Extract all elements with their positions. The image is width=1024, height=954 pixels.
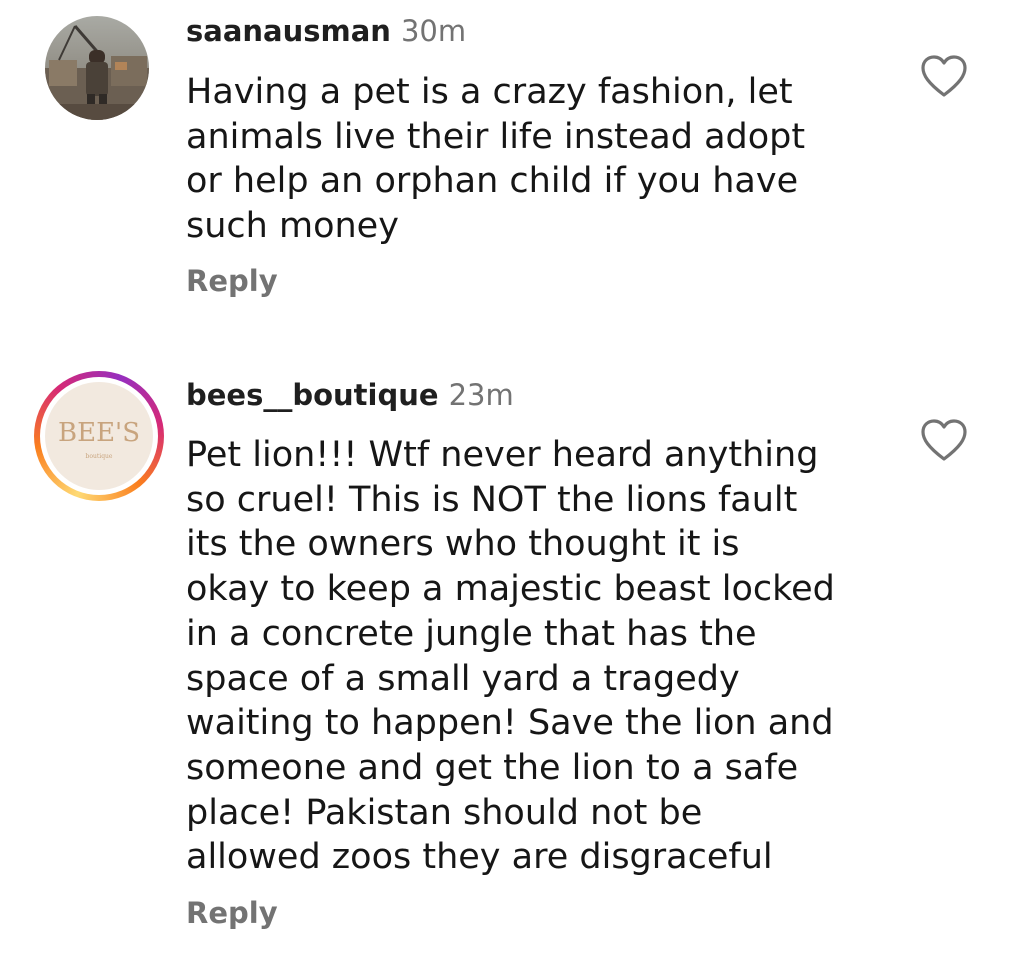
avatar: BEE'S boutique	[45, 382, 153, 490]
heart-outline-icon[interactable]	[920, 55, 968, 99]
comment-header: saanausman 30m	[186, 14, 466, 48]
comment-text: Having a pet is a crazy fashion, let ani…	[186, 72, 806, 247]
timestamp: 23m	[448, 378, 514, 412]
avatar-logo-text: BEE'S	[57, 418, 141, 448]
comment-text: Pet lion!!! Wtf never heard anything so …	[186, 435, 835, 878]
username[interactable]: saanausman	[186, 14, 391, 48]
comment-header: bees__boutique 23m	[186, 378, 514, 412]
comment-item: saanausman 30m Having a pet is a crazy fa…	[0, 0, 1024, 330]
username[interactable]: bees__boutique	[186, 378, 439, 412]
avatar-photo	[45, 16, 149, 120]
heart-outline-icon[interactable]	[920, 419, 968, 463]
avatar-logo-subtext: boutique	[85, 453, 113, 460]
reply-button[interactable]: Reply	[186, 264, 278, 298]
reply-button[interactable]: Reply	[186, 896, 278, 930]
comment-item: BEE'S boutique bees__boutique 23m Pet lio…	[0, 360, 1024, 954]
timestamp: 30m	[400, 14, 467, 48]
story-ring[interactable]: BEE'S boutique	[34, 371, 164, 501]
avatar[interactable]	[45, 16, 149, 120]
